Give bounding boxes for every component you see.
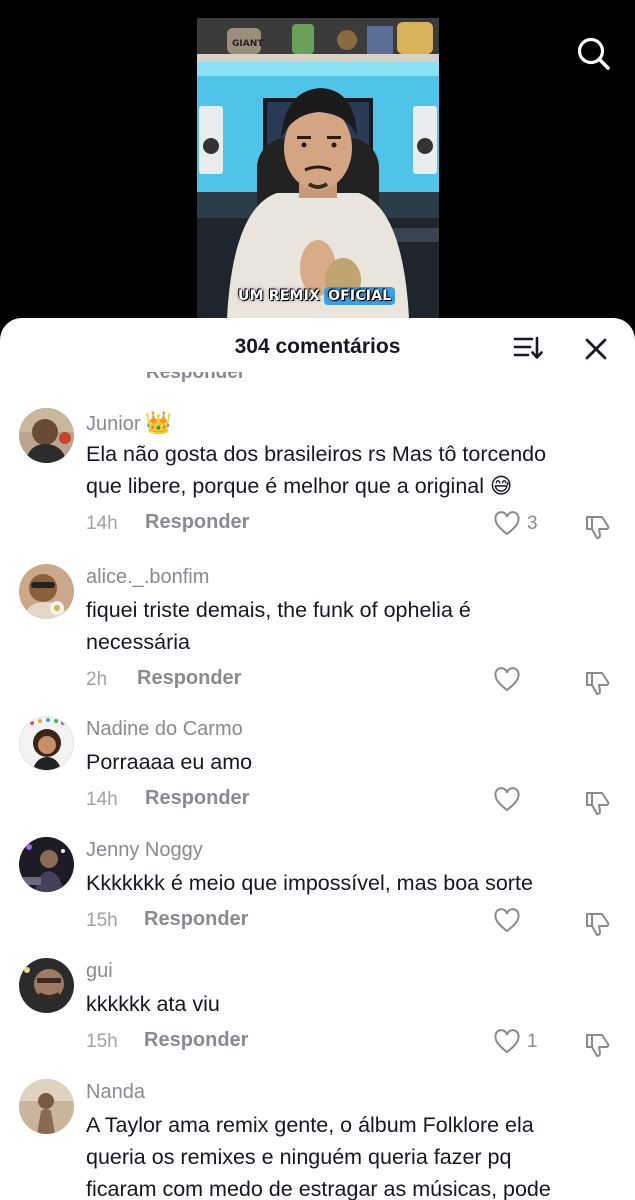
- sort-button[interactable]: [512, 334, 544, 362]
- reply-button[interactable]: Responder: [144, 908, 248, 931]
- comment-text: A Taylor ama remix gente, o álbum Folklo…: [86, 1109, 606, 1200]
- comment-username[interactable]: gui: [86, 960, 113, 983]
- comment-text: Ela não gosta dos brasileiros rs Mas tô …: [86, 438, 606, 502]
- dislike-icon[interactable]: [584, 512, 612, 540]
- comment-text: Kkkkkkk é meio que impossível, mas boa s…: [86, 867, 606, 899]
- comment-text-line: Kkkkkkk é meio que impossível, mas boa s…: [86, 871, 533, 895]
- dislike-icon[interactable]: [584, 668, 612, 696]
- comment-actions: 14h Responder 3: [86, 511, 626, 539]
- reply-button[interactable]: Responder: [145, 511, 249, 534]
- comment-username[interactable]: Nanda: [86, 1081, 145, 1104]
- video-player[interactable]: GIANT UM REMIX OFICIAL: [0, 0, 635, 340]
- avatar[interactable]: [19, 1079, 74, 1134]
- like-count: 3: [527, 513, 538, 534]
- reply-button[interactable]: Responder: [145, 787, 249, 810]
- comment-username[interactable]: alice._.bonfim: [86, 566, 209, 589]
- comment-username[interactable]: Junior 👑: [86, 410, 172, 436]
- reply-button[interactable]: Responder: [144, 1029, 248, 1052]
- comment-timestamp: 15h: [86, 1031, 118, 1052]
- sort-icon: [513, 336, 543, 359]
- heart-icon[interactable]: [494, 1029, 520, 1055]
- comment-text-line: kkkkkk ata viu: [86, 992, 220, 1016]
- comment-timestamp: 2h: [86, 669, 108, 690]
- comment-timestamp: 14h: [86, 513, 118, 534]
- comment-timestamp: 15h: [86, 910, 118, 931]
- comment-text-line: que libere, porque é melhor que a origin…: [86, 474, 513, 498]
- comment-actions: 14h Responder: [86, 787, 626, 815]
- close-button[interactable]: [582, 335, 610, 363]
- close-icon: [585, 338, 607, 360]
- comment-text-line: necessária: [86, 630, 190, 654]
- avatar[interactable]: [19, 837, 74, 892]
- video-caption: UM REMIX OFICIAL: [238, 287, 396, 310]
- comment-text: kkkkkk ata viu: [86, 988, 606, 1020]
- comments-sheet[interactable]: 304 comentários Responder Junior 👑 Ela n…: [0, 318, 635, 1200]
- crown-badge-icon: 👑: [144, 410, 172, 435]
- heart-icon[interactable]: [494, 787, 520, 813]
- dislike-icon[interactable]: [584, 1030, 612, 1058]
- caption-text: UM REMIX: [238, 288, 321, 304]
- comment-text-line: Porraaaa eu amo: [86, 750, 253, 774]
- dislike-icon[interactable]: [584, 788, 612, 816]
- like-count: 1: [527, 1031, 538, 1052]
- heart-icon[interactable]: [494, 511, 520, 537]
- avatar[interactable]: [19, 564, 74, 619]
- search-icon: [577, 37, 610, 70]
- avatar[interactable]: [19, 958, 74, 1013]
- avatar[interactable]: [19, 716, 74, 771]
- avatar[interactable]: [19, 408, 74, 463]
- comment-text-line: ficaram com medo de estragar as músicas,…: [86, 1177, 551, 1200]
- comment-text-line: fiquei triste demais, the funk of opheli…: [86, 598, 471, 622]
- comment-username[interactable]: Nadine do Carmo: [86, 718, 243, 741]
- previous-reply-link[interactable]: Responder: [146, 372, 245, 384]
- video-scene-illustration: GIANT: [197, 18, 439, 318]
- heart-icon[interactable]: [494, 667, 520, 693]
- comment-actions: 15h Responder: [86, 908, 626, 936]
- comment-actions: 2h Responder: [86, 667, 626, 695]
- caption-highlight: OFICIAL: [324, 287, 396, 305]
- reply-button[interactable]: Responder: [137, 667, 241, 690]
- comment-text-line: A Taylor ama remix gente, o álbum Folklo…: [86, 1113, 534, 1137]
- previous-comment-fragment: Responder: [0, 372, 635, 384]
- heart-icon[interactable]: [494, 908, 520, 934]
- comment-text-line: queria os remixes e ninguém queria fazer…: [86, 1145, 512, 1169]
- search-button[interactable]: [574, 34, 614, 74]
- dislike-icon[interactable]: [584, 909, 612, 937]
- comment-list[interactable]: Responder Junior 👑 Ela não gosta dos bras…: [0, 372, 635, 1200]
- comment-actions: 15h Responder 1: [86, 1029, 626, 1057]
- comment-text-line: Ela não gosta dos brasileiros rs Mas tô …: [86, 442, 547, 466]
- username-text[interactable]: Junior: [86, 413, 140, 435]
- video-thumbnail[interactable]: GIANT UM REMIX OFICIAL: [197, 18, 439, 318]
- comments-header: 304 comentários: [0, 318, 635, 374]
- comment-timestamp: 14h: [86, 789, 118, 810]
- comment-text: fiquei triste demais, the funk of opheli…: [86, 594, 606, 658]
- comment-username[interactable]: Jenny Noggy: [86, 839, 203, 862]
- shelf-label: GIANT: [232, 39, 264, 49]
- comment-text: Porraaaa eu amo: [86, 746, 606, 778]
